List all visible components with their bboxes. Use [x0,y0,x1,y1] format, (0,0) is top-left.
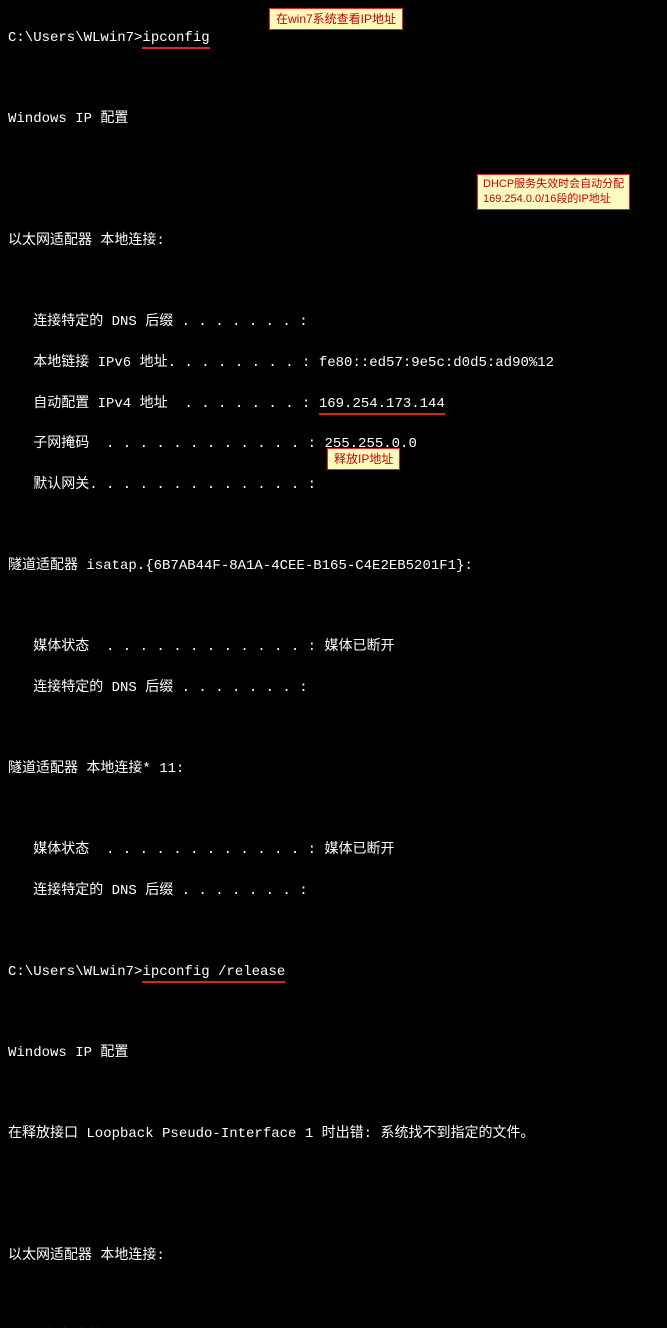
eth-ipv6-label: 本地链接 IPv6 地址. . . . . . . . : [8,355,319,371]
eth-dns-suffix: 连接特定的 DNS 后缀 . . . . . . . : [8,312,659,332]
adapter-local11-title: 隧道适配器 本地连接* 11: [8,759,659,779]
eth-ipv6-value: fe80::ed57:9e5c:d0d5:ad90%12 [319,355,554,371]
eth-default-gateway: 默认网关. . . . . . . . . . . . . : [8,475,659,495]
adapter-ethernet-title-2: 以太网适配器 本地连接: [8,1246,659,1266]
annotation-release-ip: 释放IP地址 [327,448,400,470]
isatap-media-state: 媒体状态 . . . . . . . . . . . . : 媒体已断开 [8,637,659,657]
local11-media-state: 媒体状态 . . . . . . . . . . . . : 媒体已断开 [8,840,659,860]
release-error: 在释放接口 Loopback Pseudo-Interface 1 时出错: 系… [8,1124,659,1144]
eth2-dns-suffix: 连接特定的 DNS 后缀 . . . . . . . : [8,1327,659,1328]
annotation-dhcp-apipa: DHCP服务失效时会自动分配169.254.0.0/16段的IP地址 [477,174,630,210]
prompt: C:\Users\WLwin7> [8,964,142,980]
eth-ipv4-label: 自动配置 IPv4 地址 . . . . . . . : [8,396,319,412]
isatap-dns-suffix: 连接特定的 DNS 后缀 . . . . . . . : [8,678,659,698]
header: Windows IP 配置 [8,109,659,129]
eth-ipv4-value: 169.254.173.144 [319,396,445,415]
header: Windows IP 配置 [8,1043,659,1063]
adapter-isatap-title: 隧道适配器 isatap.{6B7AB44F-8A1A-4CEE-B165-C4… [8,556,659,576]
local11-dns-suffix: 连接特定的 DNS 后缀 . . . . . . . : [8,881,659,901]
annotation-view-ip: 在win7系统查看IP地址 [269,8,403,30]
adapter-ethernet-title: 以太网适配器 本地连接: [8,231,659,251]
command-ipconfig[interactable]: ipconfig [142,30,209,49]
prompt: C:\Users\WLwin7> [8,30,142,46]
command-ipconfig-release[interactable]: ipconfig /release [142,964,285,983]
